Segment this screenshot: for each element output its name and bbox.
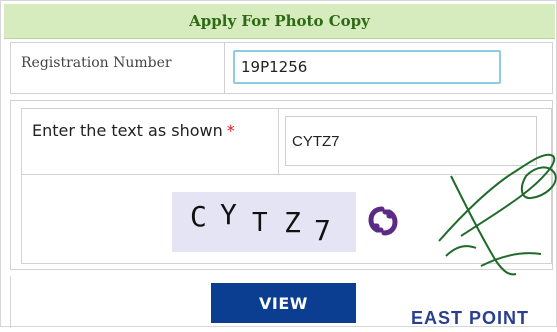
registration-label: Registration Number xyxy=(11,43,225,93)
captcha-char: 7 xyxy=(314,214,331,247)
captcha-char: Y xyxy=(220,198,237,231)
captcha-label: Enter the text as shown xyxy=(32,121,223,140)
view-button[interactable]: VIEW xyxy=(211,283,356,323)
photo-copy-form: Apply For Photo Copy Registration Number… xyxy=(0,0,557,328)
captcha-label-cell: Enter the text as shown * xyxy=(22,109,279,175)
form-header: Apply For Photo Copy xyxy=(4,4,555,39)
table-divider xyxy=(10,276,11,328)
registration-row: Registration Number xyxy=(10,42,553,94)
required-marker: * xyxy=(226,121,235,140)
captcha-char: T xyxy=(252,208,268,238)
captcha-section: Enter the text as shown * C Y T Z 7 xyxy=(10,100,553,270)
captcha-char: Z xyxy=(284,206,301,239)
captcha-image: C Y T Z 7 xyxy=(172,192,356,252)
captcha-char: C xyxy=(190,200,207,233)
refresh-icon[interactable] xyxy=(368,205,398,237)
watermark-logo: EAST POINT xyxy=(411,308,530,328)
registration-number-input[interactable] xyxy=(233,50,501,84)
captcha-input-cell xyxy=(279,109,553,175)
captcha-table: Enter the text as shown * C Y T Z 7 xyxy=(21,108,553,264)
captcha-input[interactable] xyxy=(285,116,537,166)
